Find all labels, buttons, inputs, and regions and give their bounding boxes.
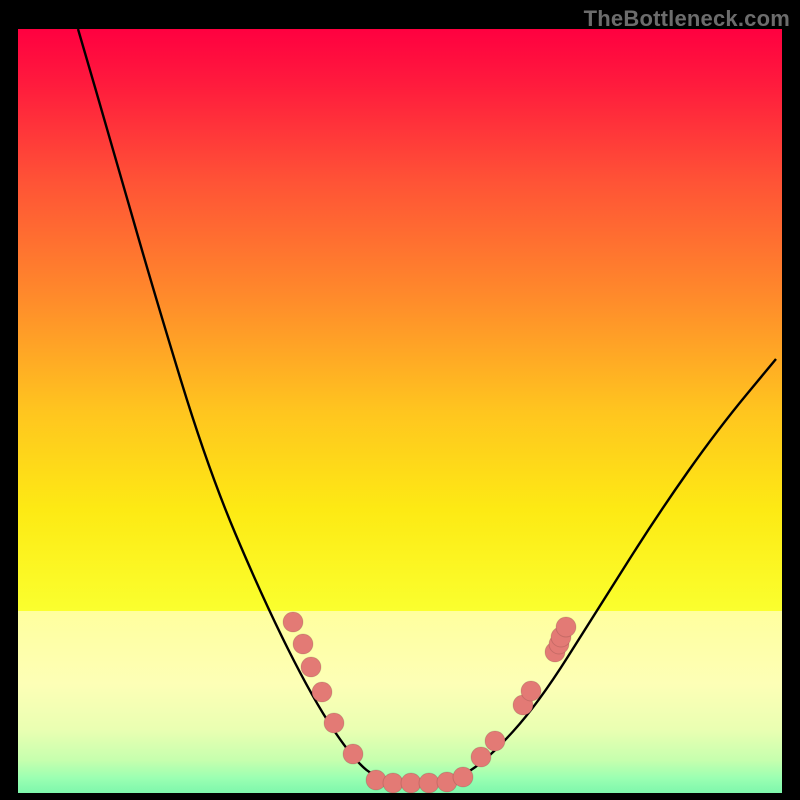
data-marker: [343, 744, 363, 764]
chart-frame: [18, 29, 782, 793]
highlight-band: [18, 611, 782, 793]
data-marker: [485, 731, 505, 751]
data-marker: [471, 747, 491, 767]
data-marker: [324, 713, 344, 733]
data-marker: [453, 767, 473, 787]
data-marker: [419, 773, 439, 793]
data-marker: [521, 681, 541, 701]
data-marker: [401, 773, 421, 793]
data-marker: [301, 657, 321, 677]
data-marker: [293, 634, 313, 654]
data-marker: [283, 612, 303, 632]
data-marker: [312, 682, 332, 702]
data-marker: [556, 617, 576, 637]
chart-canvas: [18, 29, 782, 793]
data-marker: [383, 773, 403, 793]
